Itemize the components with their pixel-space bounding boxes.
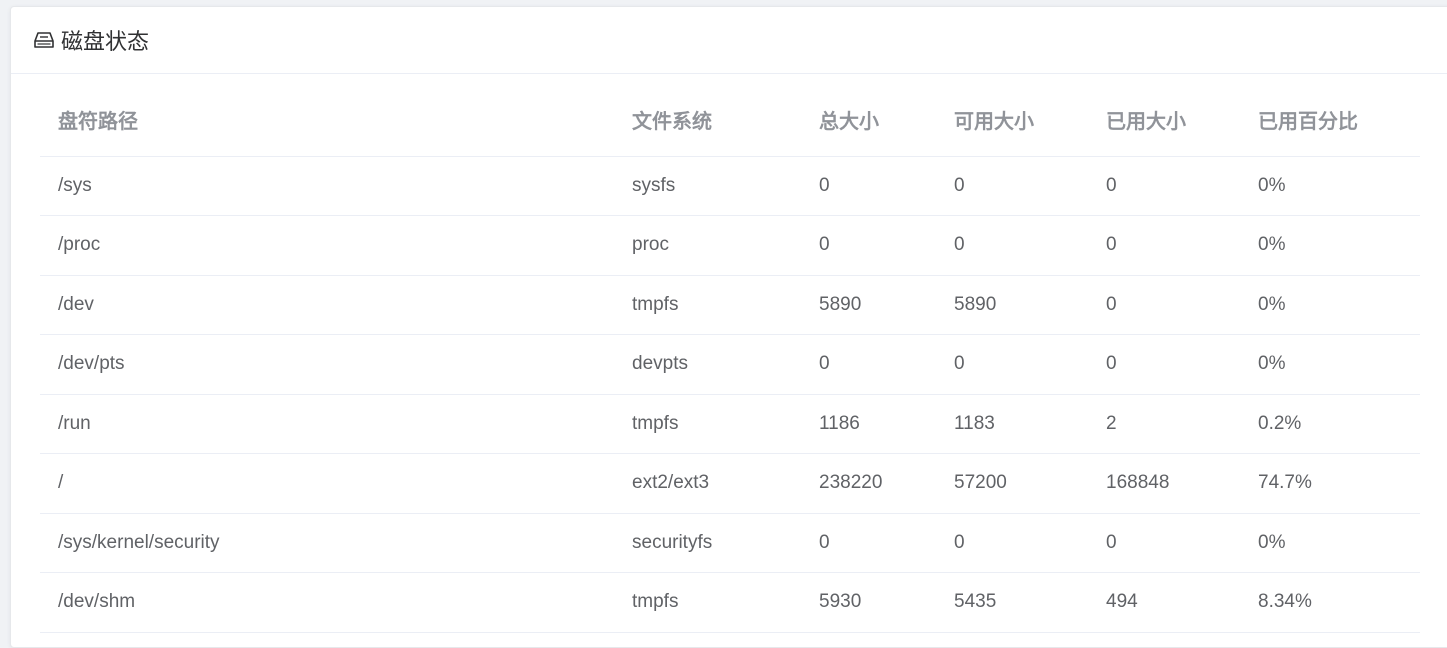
cell-used-size: 0 — [1088, 513, 1240, 573]
cell-mount-path: /dev/pts — [40, 334, 614, 395]
cell-mount-path: /run — [40, 394, 614, 454]
cell-used-percent: 8.34% — [1240, 572, 1420, 633]
cell-total-size: 5890 — [801, 275, 936, 335]
cell-available-size: 0 — [936, 156, 1088, 216]
cell-used-size: 2 — [1088, 394, 1240, 454]
cell-filesystem: tmpfs — [614, 275, 801, 335]
cell-used-percent: 0% — [1240, 215, 1420, 276]
table-row: /proc proc 0 0 0 0% — [40, 215, 1420, 276]
cell-used-percent: 0% — [1240, 513, 1420, 573]
column-header-used-size[interactable]: 已用大小 — [1088, 74, 1240, 157]
cell-mount-path: /sys/kernel/security — [40, 513, 614, 573]
cell-filesystem: tmpfs — [614, 394, 801, 454]
cell-used-size: 0 — [1088, 275, 1240, 335]
cell-available-size: 0 — [936, 334, 1088, 395]
cell-used-percent: 0.2% — [1240, 394, 1420, 454]
card-title: 磁盘状态 — [61, 30, 150, 55]
cell-used-percent: 74.7% — [1240, 453, 1420, 514]
cell-filesystem: proc — [614, 215, 801, 276]
cell-filesystem: devpts — [614, 334, 801, 395]
column-header-filesystem[interactable]: 文件系统 — [614, 74, 801, 157]
cell-used-percent: 0% — [1240, 156, 1420, 216]
table-row: /dev/pts devpts 0 0 0 0% — [40, 334, 1420, 395]
hard-drive-icon — [33, 29, 55, 51]
cell-used-percent: 0% — [1240, 275, 1420, 335]
table-row: /dev tmpfs 5890 5890 0 0% — [40, 275, 1420, 335]
column-header-mount-path[interactable]: 盘符路径 — [40, 74, 614, 157]
cell-total-size: 0 — [801, 334, 936, 395]
cell-available-size: 5890 — [936, 275, 1088, 335]
cell-filesystem: ext2/ext3 — [614, 453, 801, 514]
table-row: /sys sysfs 0 0 0 0% — [40, 156, 1420, 216]
cell-available-size: 1183 — [936, 394, 1088, 454]
disk-table: 盘符路径 文件系统 总大小 可用大小 已用大小 已用百分比 /sys sysfs… — [40, 74, 1420, 633]
cell-used-percent: 0% — [1240, 334, 1420, 395]
cell-filesystem: tmpfs — [614, 572, 801, 633]
table-header-row: 盘符路径 文件系统 总大小 可用大小 已用大小 已用百分比 — [40, 74, 1420, 157]
cell-mount-path: /dev — [40, 275, 614, 335]
cell-available-size: 5435 — [936, 572, 1088, 633]
cell-filesystem: sysfs — [614, 156, 801, 216]
disk-status-card: 磁盘状态 盘符路径 文件系统 总大小 可用大小 已用大小 已用百分比 /sys — [10, 6, 1447, 648]
table-row: /dev/shm tmpfs 5930 5435 494 8.34% — [40, 572, 1420, 633]
cell-total-size: 238220 — [801, 453, 936, 514]
cell-total-size: 0 — [801, 156, 936, 216]
cell-available-size: 0 — [936, 215, 1088, 276]
cell-used-size: 0 — [1088, 215, 1240, 276]
cell-total-size: 0 — [801, 215, 936, 276]
disk-table-wrapper: 盘符路径 文件系统 总大小 可用大小 已用大小 已用百分比 /sys sysfs… — [40, 74, 1420, 633]
cell-used-size: 0 — [1088, 156, 1240, 216]
table-row: /sys/kernel/security securityfs 0 0 0 0% — [40, 513, 1420, 573]
cell-total-size: 1186 — [801, 394, 936, 454]
cell-mount-path: /proc — [40, 215, 614, 276]
column-header-available-size[interactable]: 可用大小 — [936, 74, 1088, 157]
column-header-used-percent[interactable]: 已用百分比 — [1240, 74, 1420, 157]
cell-used-size: 0 — [1088, 334, 1240, 395]
cell-available-size: 57200 — [936, 453, 1088, 514]
table-row: / ext2/ext3 238220 57200 168848 74.7% — [40, 453, 1420, 514]
cell-mount-path: /dev/shm — [40, 572, 614, 633]
table-row: /run tmpfs 1186 1183 2 0.2% — [40, 394, 1420, 454]
cell-used-size: 168848 — [1088, 453, 1240, 514]
card-header: 磁盘状态 — [11, 7, 1447, 74]
cell-mount-path: /sys — [40, 156, 614, 216]
column-header-total-size[interactable]: 总大小 — [801, 74, 936, 157]
cell-mount-path: / — [40, 453, 614, 514]
cell-filesystem: securityfs — [614, 513, 801, 573]
cell-total-size: 5930 — [801, 572, 936, 633]
cell-available-size: 0 — [936, 513, 1088, 573]
cell-total-size: 0 — [801, 513, 936, 573]
cell-used-size: 494 — [1088, 572, 1240, 633]
